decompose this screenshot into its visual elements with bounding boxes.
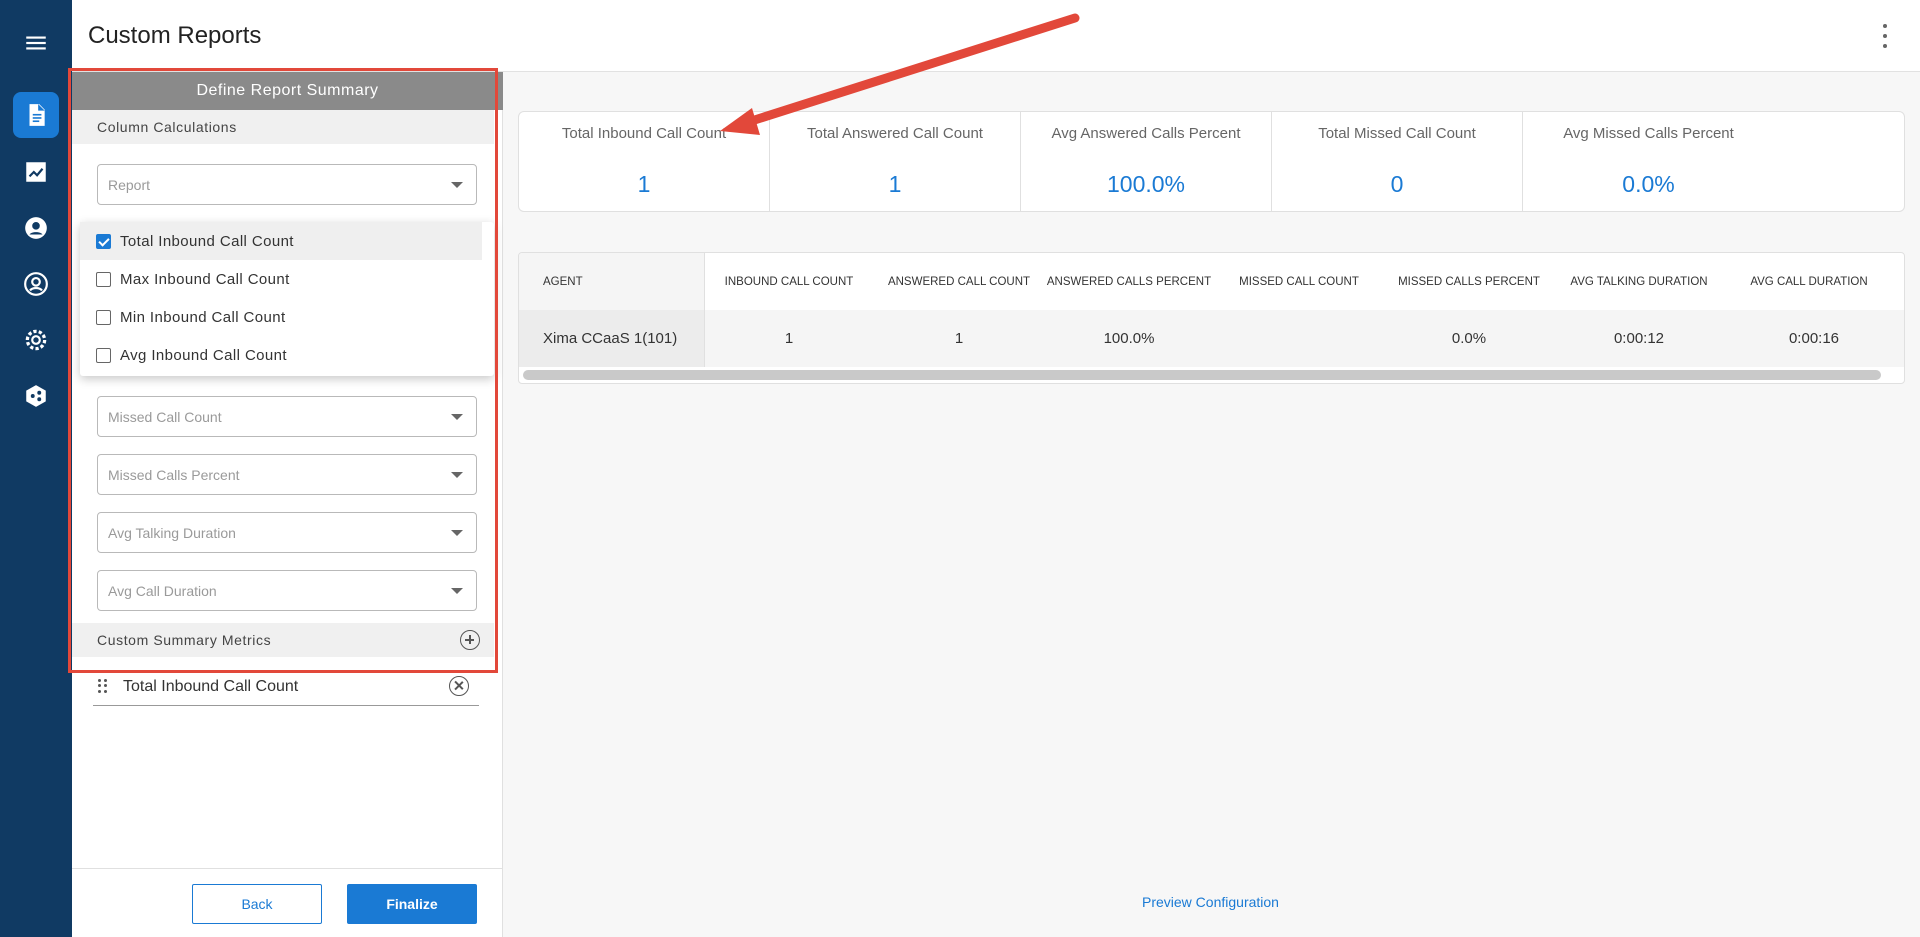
table-header: INBOUND CALL COUNT xyxy=(724,275,854,288)
summary-item: Avg Missed Calls Percent 0.0% xyxy=(1523,112,1906,211)
chevron-down-icon xyxy=(451,414,463,420)
summary-item: Total Inbound Call Count 1 xyxy=(519,112,770,211)
table-cell: 1 xyxy=(874,310,1044,367)
summary-item: Total Missed Call Count 0 xyxy=(1272,112,1523,211)
summary-value: 0 xyxy=(1390,171,1404,197)
summary-label: Avg Answered Calls Percent xyxy=(1051,125,1241,142)
report-table: AGENT INBOUND CALL COUNT ANSWERED CALL C… xyxy=(518,252,1905,384)
option-avg-inbound-call-count[interactable]: Avg Inbound Call Count xyxy=(80,336,482,374)
summary-value: 0.0% xyxy=(1622,171,1675,197)
more-vert-icon[interactable] xyxy=(1880,24,1890,48)
add-circle-icon[interactable] xyxy=(460,630,480,650)
custom-summary-metrics-label: Custom Summary Metrics xyxy=(72,623,494,657)
option-max-inbound-call-count[interactable]: Max Inbound Call Count xyxy=(80,260,482,298)
table-cell-agent: Xima CCaaS 1(101) xyxy=(519,310,704,367)
settings-gear-icon[interactable] xyxy=(13,317,59,363)
agent-column-divider xyxy=(704,253,705,367)
select-placeholder: Avg Talking Duration xyxy=(108,525,236,541)
option-min-inbound-call-count[interactable]: Min Inbound Call Count xyxy=(80,298,482,336)
chevron-down-icon xyxy=(451,588,463,594)
back-button[interactable]: Back xyxy=(192,884,322,924)
integration-hub-icon[interactable] xyxy=(13,373,59,419)
table-cell: 0:00:12 xyxy=(1554,310,1724,367)
option-label: Min Inbound Call Count xyxy=(120,309,286,326)
panel-title: Define Report Summary xyxy=(72,72,503,110)
person-icon[interactable] xyxy=(13,205,59,251)
option-label: Total Inbound Call Count xyxy=(120,233,294,250)
report-document-icon[interactable] xyxy=(13,92,59,138)
preview-configuration-link[interactable]: Preview Configuration xyxy=(1142,894,1279,910)
summary-label: Total Inbound Call Count xyxy=(561,125,727,142)
menu-icon[interactable] xyxy=(13,20,59,66)
summary-value: 1 xyxy=(888,171,902,197)
table-cell: 0:00:16 xyxy=(1724,310,1904,367)
chevron-down-icon xyxy=(451,182,463,188)
select-placeholder: Missed Calls Percent xyxy=(108,467,240,483)
chevron-down-icon xyxy=(451,530,463,536)
checkbox[interactable] xyxy=(96,272,111,287)
nav-rail xyxy=(0,0,72,937)
checkbox[interactable] xyxy=(96,348,111,363)
report-select-placeholder: Report xyxy=(108,177,151,193)
table-header-agent: AGENT xyxy=(519,253,704,310)
missed-call-count-select[interactable]: Missed Call Count xyxy=(97,396,477,437)
checkbox-checked[interactable] xyxy=(96,234,111,249)
table-cell: 1 xyxy=(704,310,874,367)
select-placeholder: Avg Call Duration xyxy=(108,583,217,599)
missed-calls-percent-select[interactable]: Missed Calls Percent xyxy=(97,454,477,495)
summary-label: Avg Missed Calls Percent xyxy=(1563,125,1734,142)
avg-talking-duration-select[interactable]: Avg Talking Duration xyxy=(97,512,477,553)
custom-metric-name: Total Inbound Call Count xyxy=(123,678,299,695)
summary-card: Total Inbound Call Count 1 Total Answere… xyxy=(518,111,1905,212)
table-cell xyxy=(1214,310,1384,367)
summary-value: 1 xyxy=(637,171,651,197)
summary-value: 100.0% xyxy=(1106,171,1185,197)
option-label: Max Inbound Call Count xyxy=(120,271,290,288)
table-header: AVG CALL DURATION xyxy=(1750,275,1868,288)
footer-divider xyxy=(72,868,503,869)
option-label: Avg Inbound Call Count xyxy=(120,347,287,364)
select-placeholder: Missed Call Count xyxy=(108,409,222,425)
custom-metric-item[interactable]: Total Inbound Call Count xyxy=(93,668,479,706)
table-header: MISSED CALL COUNT xyxy=(1239,275,1359,288)
checkbox[interactable] xyxy=(96,310,111,325)
summary-label: Total Answered Call Count xyxy=(807,125,983,142)
summary-item: Total Answered Call Count 1 xyxy=(770,112,1021,211)
define-summary-panel: Define Report Summary Column Calculation… xyxy=(72,72,503,937)
finalize-button[interactable]: Finalize xyxy=(347,884,477,924)
report-select[interactable]: Report xyxy=(97,164,477,205)
horizontal-scrollbar[interactable] xyxy=(523,370,1881,380)
table-cell: 100.0% xyxy=(1044,310,1214,367)
option-total-inbound-call-count[interactable]: Total Inbound Call Count xyxy=(80,222,482,260)
summary-label: Total Missed Call Count xyxy=(1318,125,1476,142)
avg-call-duration-select[interactable]: Avg Call Duration xyxy=(97,570,477,611)
summary-item: Avg Answered Calls Percent 100.0% xyxy=(1021,112,1272,211)
drag-handle-icon[interactable] xyxy=(98,679,108,693)
account-circle-icon[interactable] xyxy=(13,261,59,307)
column-calculations-label: Column Calculations xyxy=(72,110,494,144)
table-header: ANSWERED CALL COUNT xyxy=(887,275,1031,288)
table-cell: 0.0% xyxy=(1384,310,1554,367)
app-header: Custom Reports xyxy=(72,0,1920,72)
calculation-dropdown-menu: Total Inbound Call Count Max Inbound Cal… xyxy=(80,222,494,376)
page-title: Custom Reports xyxy=(88,22,262,49)
table-header: AVG TALKING DURATION xyxy=(1570,275,1708,288)
table-header: MISSED CALLS PERCENT xyxy=(1398,275,1540,288)
chevron-down-icon xyxy=(451,472,463,478)
table-header: ANSWERED CALLS PERCENT xyxy=(1046,275,1212,288)
custom-summary-metrics-text: Custom Summary Metrics xyxy=(97,632,272,648)
trending-chart-icon[interactable] xyxy=(13,149,59,195)
remove-circle-icon[interactable] xyxy=(449,676,469,696)
